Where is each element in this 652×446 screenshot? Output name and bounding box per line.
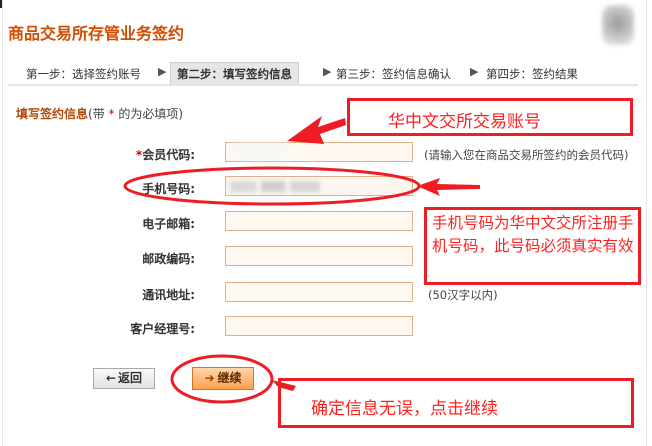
arrow-continue-icon <box>272 380 296 391</box>
annotation-overlay <box>123 116 480 404</box>
highlight-ellipse-phone <box>123 166 421 206</box>
arrow-account-icon <box>287 116 346 144</box>
highlight-ellipse-continue <box>170 354 274 404</box>
arrow-phone-icon <box>417 178 480 196</box>
